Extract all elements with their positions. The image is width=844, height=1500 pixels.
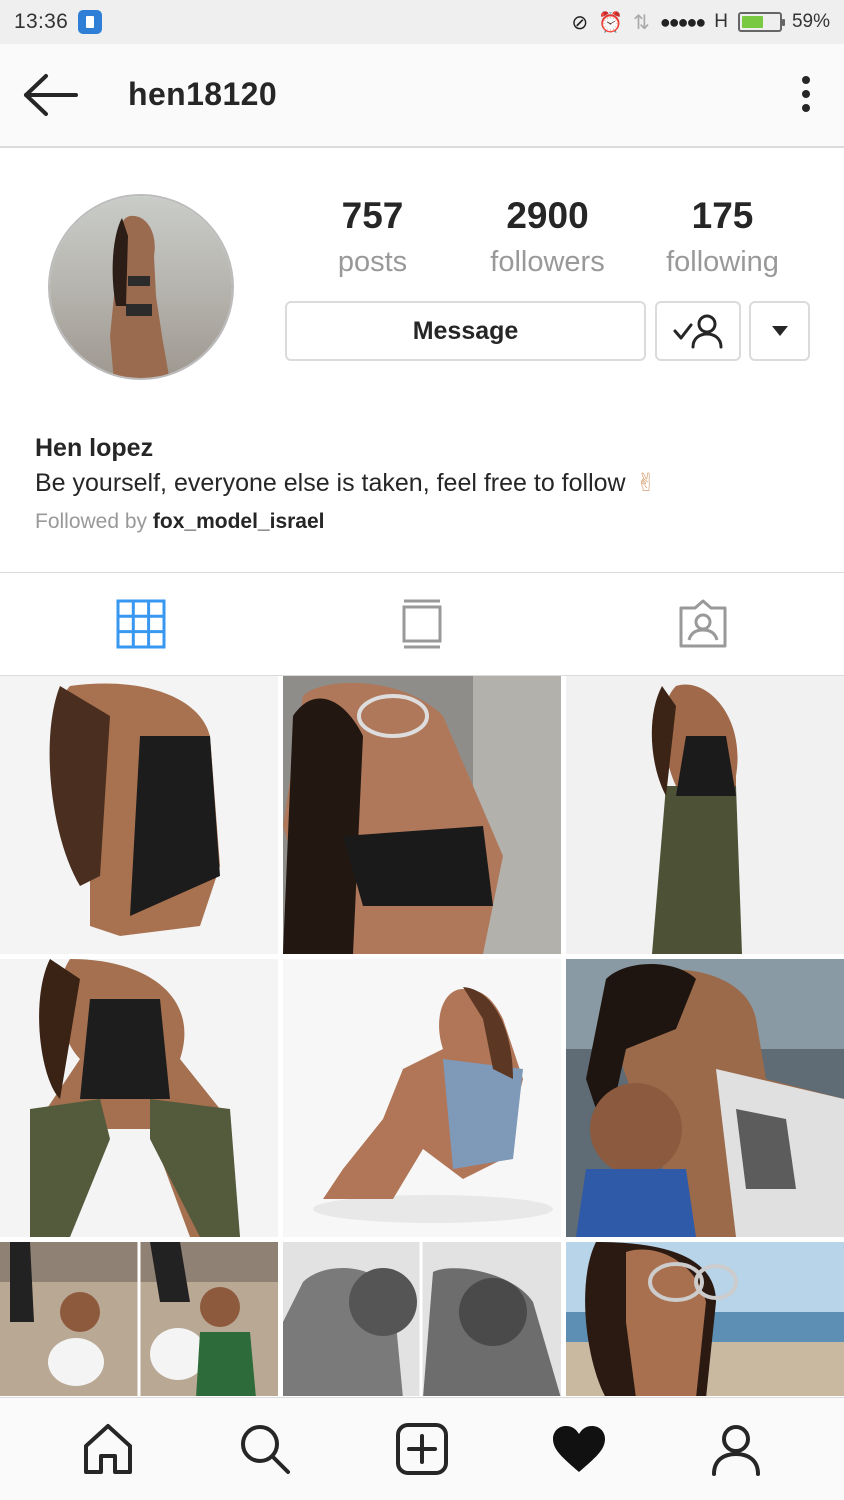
grid-photo[interactable] [0,959,278,1237]
grid-photo[interactable] [566,676,844,954]
bottom-navigation [0,1397,844,1500]
nav-search[interactable] [235,1419,295,1479]
profile-avatar[interactable] [48,194,234,380]
grid-photo[interactable] [283,959,561,1237]
stat-value: 757 [341,195,404,236]
profile-tab-bar [0,572,844,676]
grid-photo[interactable] [566,1242,844,1396]
grid-photo[interactable] [0,1242,278,1396]
status-time: 13:36 [14,10,69,33]
stat-posts[interactable]: 757 posts [285,190,460,282]
back-button[interactable] [22,72,80,118]
more-options-button[interactable] [794,74,818,114]
nav-add-post[interactable] [392,1419,452,1479]
search-icon [241,1425,291,1474]
caret-down-icon [771,326,788,336]
user-check-icon [673,314,723,349]
notification-app-icon [78,10,103,34]
tab-feed[interactable] [281,573,562,675]
grid-photo[interactable] [283,1242,561,1396]
profile-full-name: Hen lopez [35,434,154,462]
stat-following[interactable]: 175 following [635,190,810,282]
network-type: H [714,11,728,32]
status-bar: 13:36 ⊘ ⏰ ⇅ ●●●●● H 59% [0,0,844,44]
profile-icon [711,1425,760,1476]
message-button[interactable]: Message [285,301,646,361]
grid-icon [116,599,166,649]
add-post-icon [395,1423,448,1475]
data-transfer-icon: ⇅ [633,11,650,34]
followed-by[interactable]: Followed by fox_model_israel [35,510,325,534]
suggested-dropdown-button[interactable] [749,301,810,361]
stat-label: posts [337,246,408,278]
alarm-icon: ⏰ [598,11,624,34]
stat-label: followers [490,246,605,278]
profile-username-title: hen18120 [128,76,278,112]
feed-icon [402,599,442,649]
stat-value: 175 [691,195,754,236]
nav-activity[interactable] [549,1419,609,1479]
stat-label: following [666,246,779,278]
signal-icon: ●●●●● [659,11,706,32]
grid-photo[interactable] [566,959,844,1237]
nav-profile[interactable] [706,1419,766,1479]
tab-grid[interactable] [0,573,281,675]
bio-text: Be yourself, everyone else is taken, fee… [35,468,626,497]
more-vertical-icon [802,76,810,112]
profile-bio: Be yourself, everyone else is taken, fee… [35,468,657,498]
grid-photo[interactable] [283,676,561,954]
home-icon [84,1424,133,1474]
followed-by-prefix: Followed by [35,510,148,533]
heart-icon [552,1426,605,1472]
battery-icon [737,12,785,32]
lock-rotation-icon: ⊘ [571,11,589,34]
stat-followers[interactable]: 2900 followers [460,190,635,282]
tab-tagged[interactable] [563,573,844,675]
top-nav-bar: hen18120 [0,44,844,148]
status-icons: ⊘ ⏰ ⇅ ●●●●● H 59% [571,10,830,35]
victory-hand-icon: ✌ [635,469,657,497]
photo-grid [0,676,844,1396]
grid-photo[interactable] [0,676,278,954]
followed-by-username[interactable]: fox_model_israel [153,510,325,533]
nav-home[interactable] [78,1419,138,1479]
back-arrow-icon [24,74,78,116]
following-status-button[interactable] [655,301,741,361]
profile-stats: 757 posts 2900 followers 175 following [285,190,810,282]
stat-value: 2900 [506,195,589,236]
tagged-icon [679,599,727,648]
battery-percent: 59% [791,11,830,32]
